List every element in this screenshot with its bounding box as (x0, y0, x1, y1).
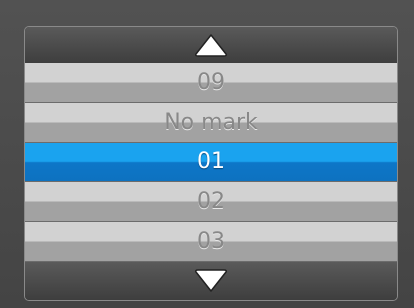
triangle-up-icon (195, 34, 227, 57)
dialog-frame: 09 No mark 01 02 03 (0, 0, 414, 308)
scroll-down-button[interactable] (25, 262, 397, 300)
list-item[interactable]: 02 (25, 182, 397, 223)
list-item-label: No mark (164, 109, 258, 135)
list-item-label: 09 (197, 69, 225, 95)
picker-list: 09 No mark 01 02 03 (25, 63, 397, 262)
list-item-label: 01 (197, 149, 225, 175)
list-item-selected[interactable]: 01 (25, 142, 397, 183)
scroll-up-button[interactable] (25, 27, 397, 63)
list-item-label: 02 (197, 189, 225, 215)
number-picker: 09 No mark 01 02 03 (24, 26, 398, 301)
list-item[interactable]: 03 (25, 222, 397, 262)
triangle-down-icon (195, 269, 227, 292)
list-item[interactable]: No mark (25, 102, 397, 143)
list-item[interactable]: 09 (25, 63, 397, 103)
list-item-label: 03 (197, 229, 225, 255)
